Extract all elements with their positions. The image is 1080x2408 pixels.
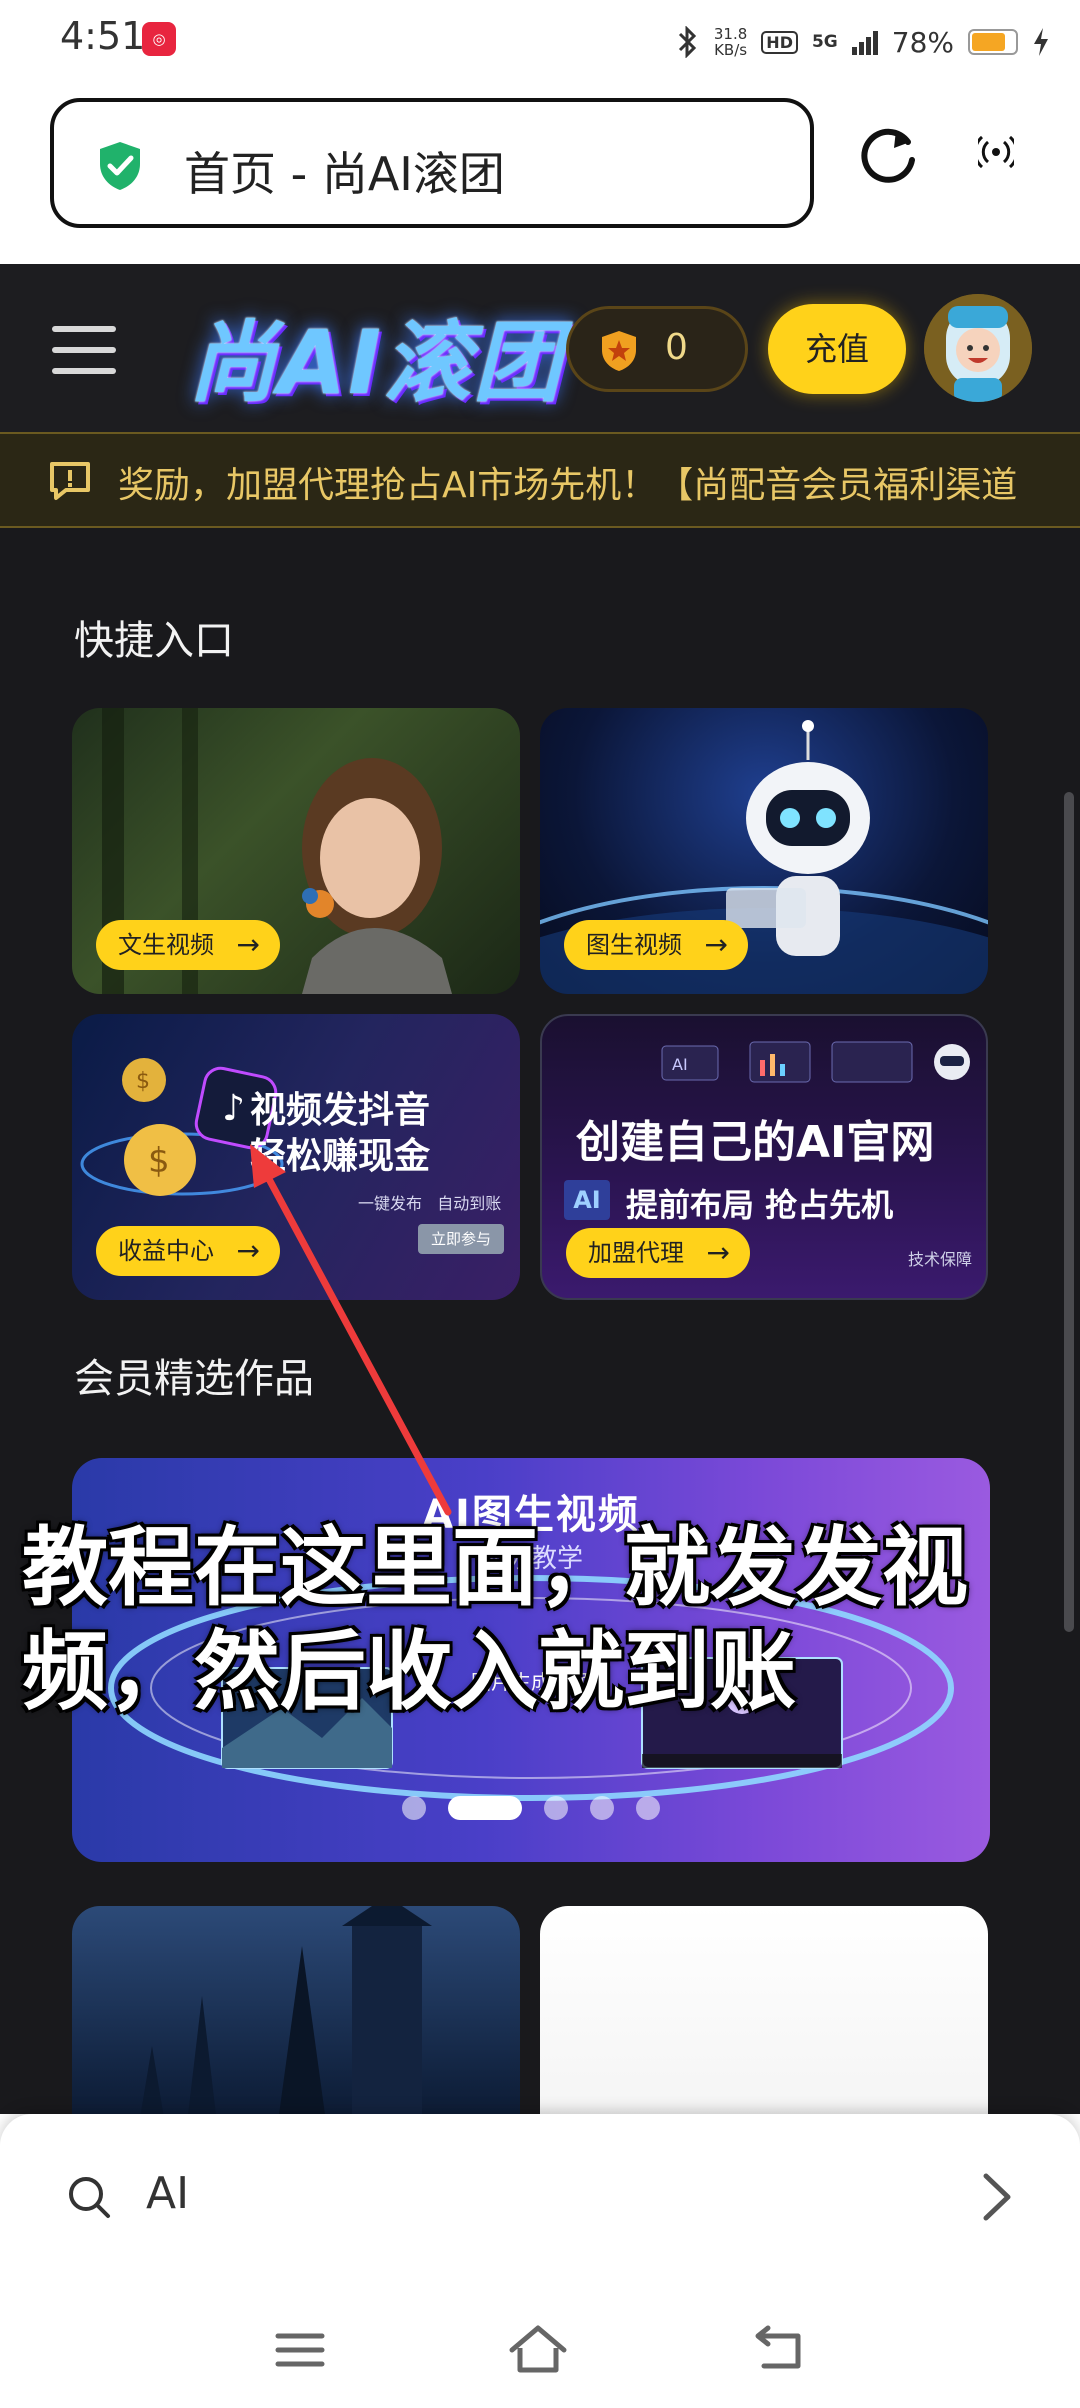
coin-shield-icon xyxy=(602,331,636,371)
chevron-right-icon[interactable] xyxy=(978,2172,1014,2222)
network-type: 5G xyxy=(811,32,838,52)
bottom-search-sheet: AI xyxy=(0,2114,1080,2408)
clock: 4:51 xyxy=(60,14,146,58)
hd-icon: HD xyxy=(761,30,798,54)
join-now-badge: 立即参与 xyxy=(418,1224,504,1254)
back-icon[interactable] xyxy=(750,2322,810,2378)
carousel-dot[interactable] xyxy=(590,1796,614,1820)
arrow-right-icon: → xyxy=(704,928,728,961)
earnings-headline-2: 轻松赚现金 xyxy=(250,1136,431,1177)
carousel-dot[interactable] xyxy=(402,1796,426,1820)
network-speed-value: 31.8 xyxy=(713,25,748,43)
ai-badge: AI xyxy=(564,1180,610,1220)
card-text-to-video[interactable]: 文生视频 → xyxy=(72,708,520,994)
announcement-icon xyxy=(50,462,90,500)
card-button-franchise-agent[interactable]: 加盟代理 → xyxy=(566,1228,750,1278)
recent-apps-icon[interactable] xyxy=(270,2322,330,2378)
work-thumbnail-castle[interactable] xyxy=(72,1906,520,2114)
coin-balance[interactable]: 0 xyxy=(566,306,748,392)
battery-percent: 78% xyxy=(891,25,954,59)
web-content: 尚AI滚团 0 充值 奖励，加盟代理抢占AI市场先机！【尚配音会员福利渠道 快捷… xyxy=(0,264,1080,2114)
page-scrollbar[interactable] xyxy=(1064,792,1074,1632)
castle-image xyxy=(140,1906,432,2114)
franchise-headline: 创建自己的AI官网 xyxy=(576,1117,935,1168)
search-icon[interactable] xyxy=(66,2174,112,2220)
earnings-headline: 视频发抖音 轻松赚现金 xyxy=(250,1088,430,1180)
broadcast-icon[interactable] xyxy=(978,134,1014,174)
page-title: 首页 - 尚AI滚团 xyxy=(184,147,505,201)
secure-shield-icon xyxy=(100,142,140,190)
svg-text:$: $ xyxy=(148,1141,170,1181)
earnings-headline-1: 视频发抖音 xyxy=(250,1090,431,1131)
carousel-dot[interactable] xyxy=(636,1796,660,1820)
app-notification-icon: ◎ xyxy=(142,22,176,56)
carousel-dot[interactable] xyxy=(448,1796,522,1820)
site-logo[interactable]: 尚AI滚团 xyxy=(188,292,563,419)
card-button-image-to-video[interactable]: 图生视频 → xyxy=(564,920,748,970)
announcement-bar: 奖励，加盟代理抢占AI市场先机！【尚配音会员福利渠道 xyxy=(0,432,1080,528)
status-bar: 4:51 ◎ 31.8 KB/s HD 5G 78% xyxy=(0,0,1080,84)
address-bar[interactable]: 首页 - 尚AI滚团 xyxy=(50,98,814,228)
earnings-tagline: 一键发布 自动到账 xyxy=(358,1194,502,1213)
card-button-earnings-center[interactable]: 收益中心 → xyxy=(96,1226,280,1276)
home-icon[interactable] xyxy=(508,2322,568,2378)
card-button-text-to-video[interactable]: 文生视频 → xyxy=(96,920,280,970)
avatar-icon xyxy=(924,294,1032,402)
status-icons: 31.8 KB/s HD 5G 78% xyxy=(674,18,1050,66)
announcement-text: 奖励，加盟代理抢占AI市场先机！【尚配音会员福利渠道 xyxy=(118,465,1018,506)
card-label: 加盟代理 xyxy=(588,1239,684,1267)
card-image-to-video[interactable]: 图生视频 → xyxy=(540,708,988,994)
carousel-dot[interactable] xyxy=(544,1796,568,1820)
annotation-caption: 教程在这里面，就发发视频，然后收入就到账 xyxy=(22,1518,968,1722)
svg-text:$: $ xyxy=(136,1069,150,1094)
card-label: 文生视频 xyxy=(118,931,214,959)
bluetooth-icon xyxy=(678,26,697,58)
svg-text:AI: AI xyxy=(672,1055,688,1074)
network-speed-unit: KB/s xyxy=(714,41,748,59)
card-label: 图生视频 xyxy=(586,931,682,959)
featured-works-title: 会员精选作品 xyxy=(74,1356,314,1402)
charging-icon xyxy=(1034,28,1048,56)
search-query[interactable]: AI xyxy=(146,2168,189,2219)
work-thumbnail-blank[interactable] xyxy=(540,1906,988,2114)
reload-icon[interactable] xyxy=(856,122,922,188)
site-header: 尚AI滚团 0 充值 xyxy=(0,264,1080,432)
signal-icon xyxy=(851,29,878,55)
arrow-right-icon: → xyxy=(236,928,260,961)
card-earnings-center[interactable]: $ $ ♪ 视频发抖音 轻松赚现金 一键发布 自动到账 立即参与 收益中心 → xyxy=(72,1014,520,1300)
battery-icon xyxy=(968,29,1018,55)
system-nav-bar xyxy=(0,2312,1080,2392)
arrow-right-icon: → xyxy=(706,1236,730,1269)
svg-text:♪: ♪ xyxy=(222,1088,245,1129)
battery-fill xyxy=(972,33,1005,51)
browser-toolbar: 首页 - 尚AI滚团 xyxy=(0,84,1080,264)
user-avatar[interactable] xyxy=(924,294,1032,402)
coin-balance-value: 0 xyxy=(665,327,688,368)
tech-support-note: 技术保障 xyxy=(908,1250,973,1269)
network-speed: 31.8 KB/s xyxy=(714,26,747,58)
recharge-button[interactable]: 充值 xyxy=(768,304,906,394)
card-franchise-agent[interactable]: AI 创建自己的AI官网 AI 提前布局 抢占先机 技术保障 加盟代理 → xyxy=(540,1014,988,1300)
menu-icon[interactable] xyxy=(52,326,116,374)
quick-entry-title: 快捷入口 xyxy=(74,618,234,664)
franchise-subline: 提前布局 抢占先机 xyxy=(626,1186,894,1224)
card-label: 收益中心 xyxy=(118,1237,214,1265)
arrow-right-icon: → xyxy=(236,1234,260,1267)
carousel-pagination[interactable] xyxy=(72,1796,990,1820)
